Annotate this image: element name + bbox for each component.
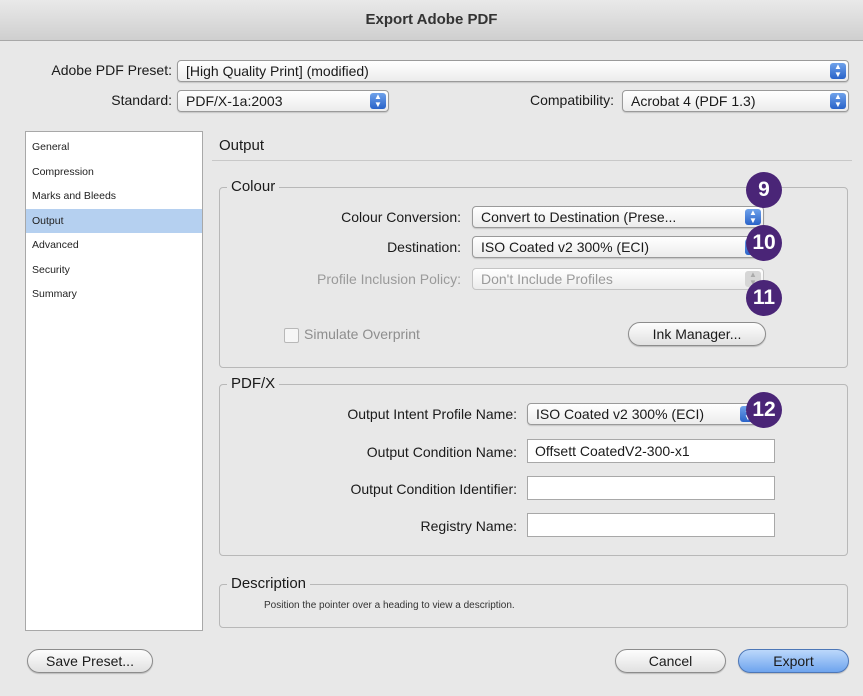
annotation-badge-10: 10: [746, 225, 782, 261]
description-text: Position the pointer over a heading to v…: [264, 600, 515, 611]
registry-name-label: Registry Name:: [420, 518, 517, 534]
sidebar-item-general[interactable]: General: [26, 135, 202, 160]
annotation-badge-9: 9: [746, 172, 782, 208]
sidebar-item-security[interactable]: Security: [26, 258, 202, 283]
colour-conversion-select[interactable]: Convert to Destination (Prese... ▲ ▼: [472, 206, 764, 228]
pdfx-legend: PDF/X: [227, 375, 280, 392]
ink-manager-button[interactable]: Ink Manager...: [628, 322, 766, 346]
compatibility-label: Compatibility:: [529, 92, 614, 108]
output-condition-identifier-label: Output Condition Identifier:: [350, 481, 517, 497]
select-stepper-icon: ▲▼: [370, 93, 386, 109]
destination-select[interactable]: ISO Coated v2 300% (ECI) ▲▼: [472, 236, 764, 258]
preset-label: Adobe PDF Preset:: [51, 62, 172, 78]
select-stepper-icon: ▲▼: [745, 209, 761, 225]
sidebar-item-advanced[interactable]: Advanced: [26, 233, 202, 258]
registry-name-field[interactable]: [527, 513, 775, 537]
destination-label: Destination:: [387, 239, 461, 255]
description-legend: Description: [227, 575, 311, 592]
sidebar-item-marks-and-bleeds[interactable]: Marks and Bleeds: [26, 184, 202, 209]
section-divider: [212, 160, 852, 161]
standard-value: PDF/X-1a:2003: [186, 93, 283, 109]
sidebar-item-output[interactable]: Output: [26, 208, 202, 233]
sidebar-item-compression[interactable]: Compression: [26, 160, 202, 185]
standard-label: Standard:: [111, 92, 172, 108]
simulate-overprint-checkbox[interactable]: [284, 328, 299, 343]
cancel-button[interactable]: Cancel: [615, 649, 726, 673]
profile-inclusion-select[interactable]: Don't Include Profiles ▲▼: [472, 268, 764, 290]
colour-conversion-label: Colour Conversion:: [341, 209, 461, 225]
window-title: Export Adobe PDF: [0, 0, 863, 41]
output-condition-name-field[interactable]: Offsett CoatedV2-300-x1: [527, 439, 775, 463]
standard-select[interactable]: PDF/X-1a:2003 ▲ ▼: [177, 90, 389, 112]
select-stepper-icon: ▲▼: [830, 63, 846, 79]
save-preset-button[interactable]: Save Preset...: [27, 649, 153, 673]
colour-legend: Colour: [227, 178, 280, 195]
annotation-badge-12: 12: [746, 392, 782, 428]
preset-select[interactable]: [High Quality Print] (modified) ▲ ▼: [177, 60, 849, 82]
colour-conversion-value: Convert to Destination (Prese...: [481, 209, 677, 225]
output-condition-identifier-field[interactable]: [527, 476, 775, 500]
preset-value: [High Quality Print] (modified): [186, 63, 369, 79]
compatibility-select[interactable]: Acrobat 4 (PDF 1.3) ▲ ▼: [622, 90, 849, 112]
sidebar-item-summary[interactable]: Summary: [26, 282, 202, 307]
section-title: Output: [219, 137, 265, 154]
profile-inclusion-label: Profile Inclusion Policy:: [317, 271, 461, 287]
output-intent-value: ISO Coated v2 300% (ECI): [536, 406, 705, 422]
category-sidebar: General Compression Marks and Bleeds Out…: [25, 131, 203, 631]
destination-value: ISO Coated v2 300% (ECI): [481, 239, 650, 255]
simulate-overprint-label: Simulate Overprint: [304, 326, 420, 342]
select-stepper-icon: ▲▼: [830, 93, 846, 109]
compatibility-value: Acrobat 4 (PDF 1.3): [631, 93, 756, 109]
profile-inclusion-value: Don't Include Profiles: [481, 271, 613, 287]
output-condition-name-label: Output Condition Name:: [366, 444, 517, 460]
annotation-badge-11: 11: [746, 280, 782, 316]
output-intent-select[interactable]: ISO Coated v2 300% (ECI) ▲▼: [527, 403, 759, 425]
output-intent-label: Output Intent Profile Name:: [347, 406, 517, 422]
export-button[interactable]: Export: [738, 649, 849, 673]
